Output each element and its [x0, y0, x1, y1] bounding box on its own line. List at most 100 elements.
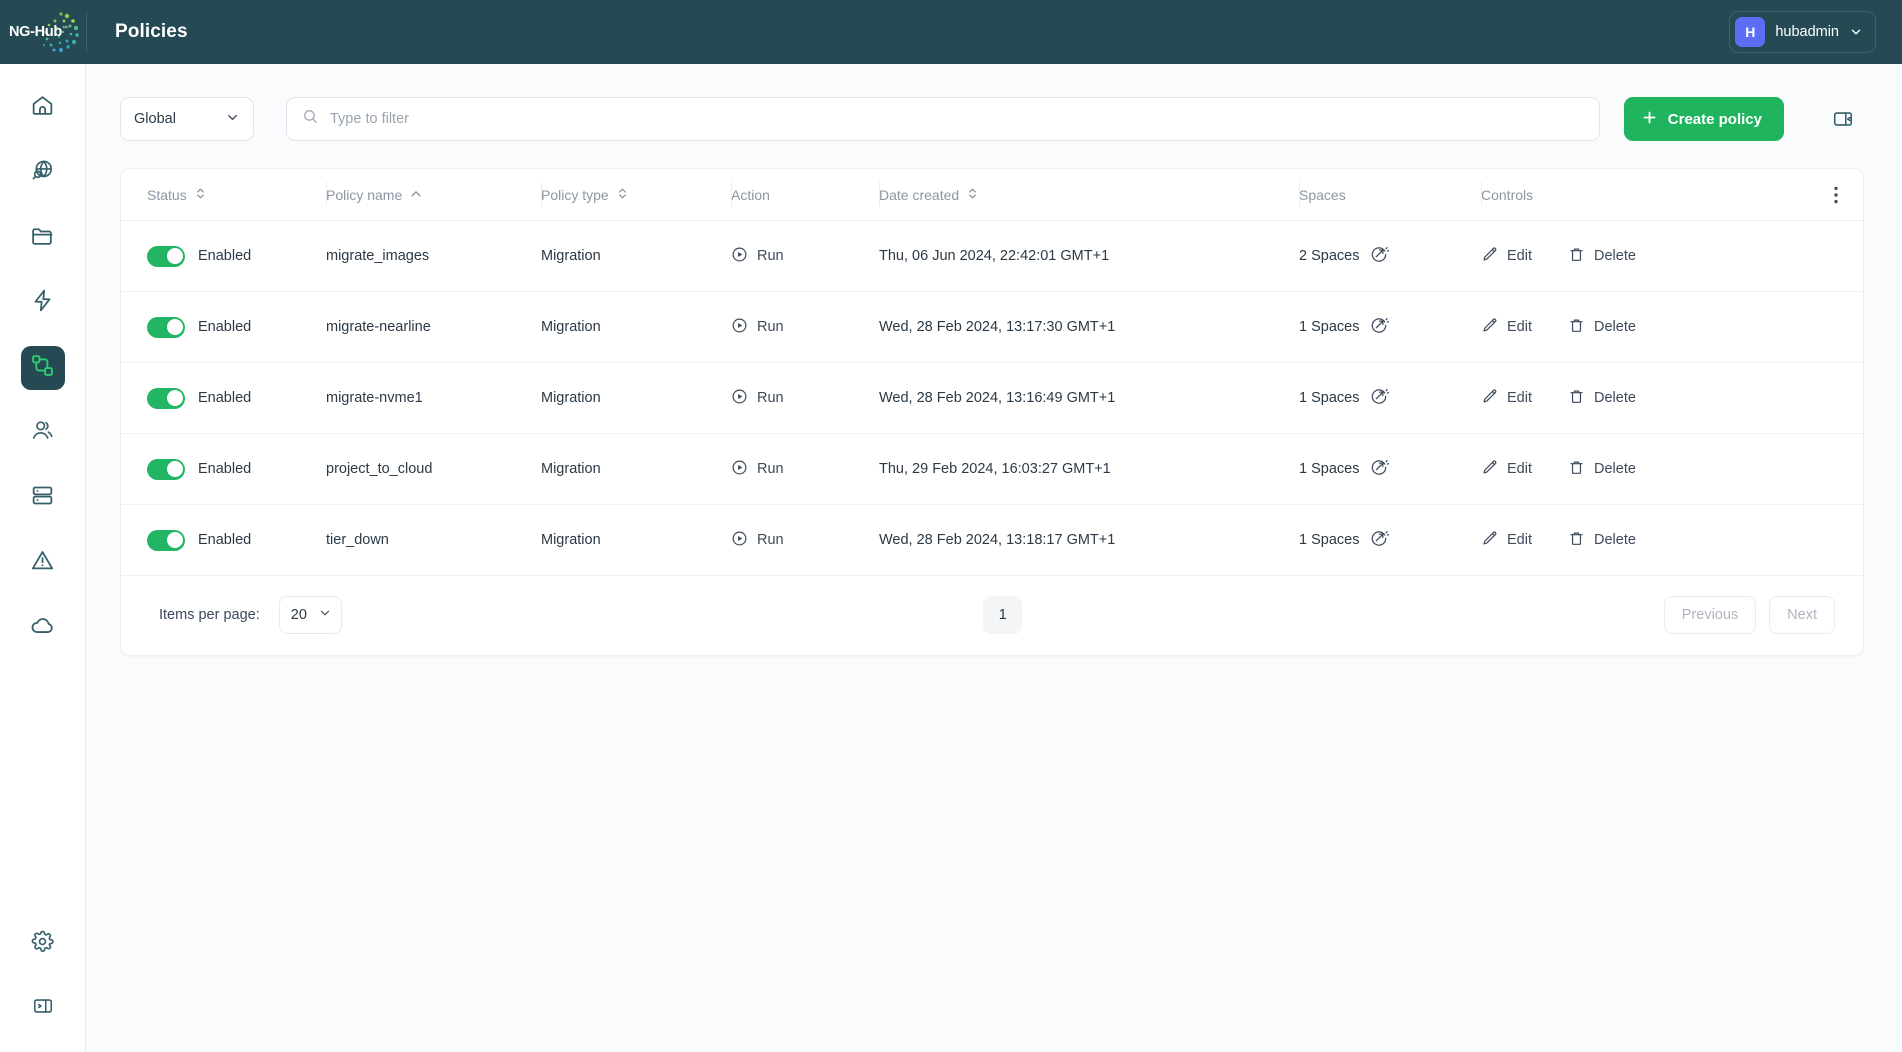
cell-policy-name: migrate-nearline: [326, 292, 541, 363]
spaces-open-icon[interactable]: [1369, 244, 1389, 268]
run-button[interactable]: Run: [731, 246, 879, 267]
sidebar-item-projects[interactable]: [21, 216, 65, 260]
table-row[interactable]: Enabledmigrate_imagesMigrationRunThu, 06…: [121, 221, 1863, 292]
delete-button[interactable]: Delete: [1568, 459, 1636, 480]
column-header-policy-name[interactable]: Policy name: [326, 169, 541, 221]
items-per-page-select[interactable]: 20: [279, 596, 342, 634]
spaces-count-label: 1 Spaces: [1299, 461, 1359, 477]
table-row[interactable]: Enabledproject_to_cloudMigrationRunThu, …: [121, 434, 1863, 505]
delete-label: Delete: [1594, 248, 1636, 264]
cell-policy-type: Migration: [541, 505, 731, 576]
sidebar-item-home[interactable]: [21, 86, 65, 130]
run-button[interactable]: Run: [731, 388, 879, 409]
edit-button[interactable]: Edit: [1481, 459, 1532, 480]
status-toggle[interactable]: [147, 246, 185, 267]
delete-button[interactable]: Delete: [1568, 246, 1636, 267]
app-logo[interactable]: NG-Hub™: [0, 0, 86, 64]
users-icon: [30, 418, 55, 448]
sidebar-item-storage[interactable]: [21, 476, 65, 520]
status-toggle[interactable]: [147, 388, 185, 409]
cell-controls: Edit Delete: [1481, 221, 1809, 292]
search-icon: [302, 108, 319, 130]
status-toggle[interactable]: [147, 530, 185, 551]
edit-button[interactable]: Edit: [1481, 246, 1532, 267]
play-circle-icon: [731, 388, 748, 409]
cell-policy-type: Migration: [541, 221, 731, 292]
user-name: hubadmin: [1775, 24, 1839, 40]
edit-button[interactable]: Edit: [1481, 317, 1532, 338]
column-header-date-created[interactable]: Date created: [879, 169, 1299, 221]
sidebar-item-expand-panel[interactable]: [21, 986, 65, 1030]
run-button[interactable]: Run: [731, 530, 879, 551]
scope-select[interactable]: Global: [120, 97, 254, 141]
table-row[interactable]: Enabledtier_downMigrationRunWed, 28 Feb …: [121, 505, 1863, 576]
cell-status: Enabled: [121, 292, 326, 363]
kebab-menu-icon[interactable]: [1809, 186, 1863, 204]
run-label: Run: [757, 461, 784, 477]
edit-button[interactable]: Edit: [1481, 530, 1532, 551]
trash-icon: [1568, 530, 1585, 551]
cell-spaces: 1 Spaces: [1299, 292, 1481, 363]
next-page-button[interactable]: Next: [1769, 596, 1835, 634]
sidebar-bottom-group: [21, 922, 65, 1052]
edit-label: Edit: [1507, 248, 1532, 264]
column-label-date-created: Date created: [879, 187, 959, 203]
run-button[interactable]: Run: [731, 459, 879, 480]
delete-label: Delete: [1594, 532, 1636, 548]
column-header-policy-type[interactable]: Policy type: [541, 169, 731, 221]
cell-policy-name: tier_down: [326, 505, 541, 576]
search-input[interactable]: [330, 111, 1584, 127]
top-bar: NG-Hub™ Policies H hubadmin: [0, 0, 1902, 64]
right-panel-collapse-icon[interactable]: [1830, 106, 1856, 132]
sidebar-item-activity[interactable]: [21, 281, 65, 325]
edit-button[interactable]: Edit: [1481, 388, 1532, 409]
delete-label: Delete: [1594, 461, 1636, 477]
create-policy-button[interactable]: Create policy: [1624, 97, 1784, 141]
spaces-open-icon[interactable]: [1369, 528, 1389, 552]
column-header-status[interactable]: Status: [121, 169, 326, 221]
previous-page-button[interactable]: Previous: [1664, 596, 1756, 634]
status-label: Enabled: [198, 390, 251, 406]
user-menu[interactable]: H hubadmin: [1729, 11, 1876, 53]
status-label: Enabled: [198, 532, 251, 548]
page-number-current[interactable]: 1: [983, 596, 1022, 634]
spaces-open-icon[interactable]: [1369, 386, 1389, 410]
status-toggle[interactable]: [147, 459, 185, 480]
chevron-down-icon: [225, 110, 240, 129]
sidebar-item-policies[interactable]: [21, 346, 65, 390]
run-button[interactable]: Run: [731, 317, 879, 338]
sidebar-item-discover[interactable]: [21, 151, 65, 195]
spaces-open-icon[interactable]: [1369, 457, 1389, 481]
discover-globe-icon: [30, 158, 55, 188]
cell-action: Run: [731, 292, 879, 363]
status-label: Enabled: [198, 319, 251, 335]
search-field[interactable]: [286, 97, 1600, 141]
sidebar-item-cloud[interactable]: [21, 606, 65, 650]
delete-button[interactable]: Delete: [1568, 530, 1636, 551]
status-toggle[interactable]: [147, 317, 185, 338]
sidebar-item-alerts[interactable]: [21, 541, 65, 585]
pencil-icon: [1481, 388, 1498, 409]
table-row[interactable]: Enabledmigrate-nearlineMigrationRunWed, …: [121, 292, 1863, 363]
spaces-open-icon[interactable]: [1369, 315, 1389, 339]
table-row[interactable]: Enabledmigrate-nvme1MigrationRunWed, 28 …: [121, 363, 1863, 434]
cell-date-created: Wed, 28 Feb 2024, 13:17:30 GMT+1: [879, 292, 1299, 363]
column-header-controls: Controls: [1481, 169, 1809, 221]
sidebar-item-settings[interactable]: [21, 922, 65, 966]
cell-date-created: Thu, 29 Feb 2024, 16:03:27 GMT+1: [879, 434, 1299, 505]
alerts-warning-icon: [30, 548, 55, 578]
storage-icon: [30, 483, 55, 513]
avatar: H: [1735, 17, 1765, 47]
cell-row-options: [1809, 505, 1863, 576]
column-header-spaces: Spaces: [1299, 169, 1481, 221]
sidebar-item-users[interactable]: [21, 411, 65, 455]
chevron-down-icon: [1849, 25, 1863, 39]
plus-icon: [1641, 109, 1658, 130]
column-header-options[interactable]: [1809, 169, 1863, 221]
delete-button[interactable]: Delete: [1568, 388, 1636, 409]
delete-button[interactable]: Delete: [1568, 317, 1636, 338]
trash-icon: [1568, 459, 1585, 480]
page-number-list: 1: [342, 596, 1664, 634]
column-header-action: Action: [731, 169, 879, 221]
cell-status: Enabled: [121, 434, 326, 505]
